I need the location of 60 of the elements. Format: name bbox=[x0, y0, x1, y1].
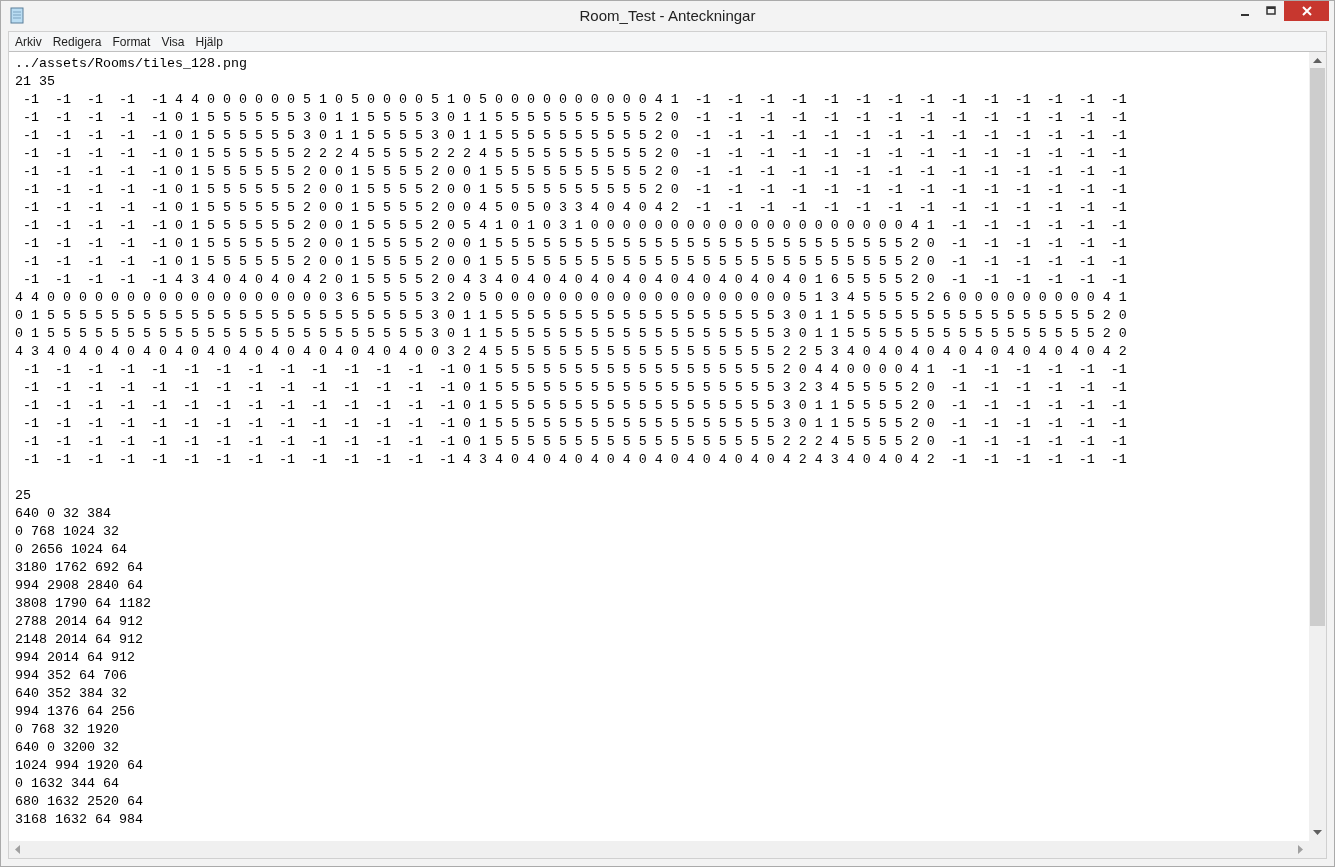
text-line: 3168 1632 64 984 bbox=[15, 811, 144, 829]
text-line: -1 -1 -1 -1 -1 0 1 5 5 5 5 5 5 2 0 0 1 5 5 5 5 2 0 0 4 5 0 5 0 3 3 4 0 4 0 4 2 -1 -1 -1 -1 -1 -1 -1 -1 -1 -1 -1 -1 -1 -1 bbox=[22, 199, 1128, 217]
text-line: -1 -1 -1 -1 -1 4 4 0 0 0 0 0 0 5 1 0 5 0 0 0 0 5 1 0 5 0 0 0 0 0 0 0 0 0 0 4 1 -1 -1 -1 -1 -1 -1 -1 -1 -1 -1 -1 -1 -1 -1 bbox=[22, 91, 1128, 109]
scroll-right-icon[interactable] bbox=[1298, 845, 1304, 854]
scroll-left-icon[interactable] bbox=[14, 845, 20, 854]
text-line: -1 -1 -1 -1 -1 4 3 4 0 4 0 4 0 4 2 0 1 5 5 5 5 2 0 4 3 4 0 4 0 4 0 4 0 4 0 4 0 4 0 4 0 4 0 4 0 1 6 5 5 5 5 2 0 -1 -1 -1 -1 -1 -1 bbox=[22, 271, 1128, 289]
text-line: 3808 1790 64 1182 bbox=[15, 595, 152, 613]
menu-item[interactable]: Arkiv bbox=[11, 33, 46, 50]
text-line: -1 -1 -1 -1 -1 0 1 5 5 5 5 5 5 2 0 0 1 5 5 5 5 2 0 0 1 5 5 5 5 5 5 5 5 5 5 5 5 5 5 5 5 5 5 5 5 5 5 5 5 5 5 2 0 -1 -1 -1 -1 -1 -1 bbox=[22, 253, 1128, 271]
text-line: 994 2908 2840 64 bbox=[15, 577, 144, 595]
text-line: 1024 994 1920 64 bbox=[15, 757, 144, 775]
notepad-icon bbox=[9, 7, 25, 24]
text-line: 0 1 5 5 5 5 5 5 5 5 5 5 5 5 5 5 5 5 5 5 5 5 5 5 5 5 3 0 1 1 5 5 5 5 5 5 5 5 5 5 5 5 5 5 5 5 5 5 3 0 1 1 5 5 5 5 5 5 5 5 5 5 5 5 5 5 5 5 2 0 bbox=[15, 307, 1128, 325]
scroll-up-icon[interactable] bbox=[1313, 57, 1322, 63]
text-line: 0 1 5 5 5 5 5 5 5 5 5 5 5 5 5 5 5 5 5 5 5 5 5 5 5 5 3 0 1 1 5 5 5 5 5 5 5 5 5 5 5 5 5 5 5 5 5 5 3 0 1 1 5 5 5 5 5 5 5 5 5 5 5 5 5 5 5 5 2 0 bbox=[15, 325, 1128, 343]
text-line: -1 -1 -1 -1 -1 -1 -1 -1 -1 -1 -1 -1 -1 -1 0 1 5 5 5 5 5 5 5 5 5 5 5 5 5 5 5 5 5 5 3 2 3 4 5 5 5 5 2 0 -1 -1 -1 -1 -1 -1 bbox=[22, 379, 1128, 397]
minimize-icon bbox=[1241, 13, 1249, 16]
text-line: -1 -1 -1 -1 -1 -1 -1 -1 -1 -1 -1 -1 -1 -1 0 1 5 5 5 5 5 5 5 5 5 5 5 5 5 5 5 5 5 5 3 0 1 1 5 5 5 5 2 0 -1 -1 -1 -1 -1 -1 bbox=[22, 397, 1128, 415]
text-line: 0 768 32 1920 bbox=[15, 721, 120, 739]
text-line: -1 -1 -1 -1 -1 0 1 5 5 5 5 5 5 2 0 0 1 5 5 5 5 2 0 0 1 5 5 5 5 5 5 5 5 5 5 5 5 5 5 5 5 5 5 5 5 5 5 5 5 5 5 2 0 -1 -1 -1 -1 -1 -1 bbox=[22, 235, 1128, 253]
text-line: 640 0 32 384 bbox=[15, 505, 112, 523]
text-line: 640 352 384 32 bbox=[15, 685, 128, 703]
text-line: 0 1632 344 64 bbox=[15, 775, 120, 793]
text-line: -1 -1 -1 -1 -1 0 1 5 5 5 5 5 5 2 0 0 1 5 5 5 5 2 0 5 4 1 0 1 0 3 1 0 0 0 0 0 0 0 0 0 0 0 0 0 0 0 0 0 0 0 0 4 1 -1 -1 -1 -1 -1 -1 bbox=[22, 217, 1128, 235]
text-line: 994 2014 64 912 bbox=[15, 649, 136, 667]
text-line: 4 4 0 0 0 0 0 0 0 0 0 0 0 0 0 0 0 0 0 0 3 6 5 5 5 5 3 2 0 5 0 0 0 0 0 0 0 0 0 0 0 0 0 0 0 0 0 0 0 5 1 3 4 5 5 5 5 2 6 0 0 0 0 0 0 0 0 0 4 1 bbox=[15, 289, 1128, 307]
text-line: 994 1376 64 256 bbox=[15, 703, 136, 721]
maximize-icon bbox=[1266, 6, 1276, 16]
close-button[interactable] bbox=[1284, 1, 1329, 21]
text-line: 21 35 bbox=[15, 73, 56, 91]
text-line: -1 -1 -1 -1 -1 0 1 5 5 5 5 5 5 3 0 1 1 5 5 5 5 3 0 1 1 5 5 5 5 5 5 5 5 5 5 2 0 -1 -1 -1 -1 -1 -1 -1 -1 -1 -1 -1 -1 -1 -1 bbox=[22, 109, 1128, 127]
text-line: 2788 2014 64 912 bbox=[15, 613, 144, 631]
menu-item[interactable]: Format bbox=[108, 33, 155, 50]
text-line: -1 -1 -1 -1 -1 0 1 5 5 5 5 5 5 2 0 0 1 5 5 5 5 2 0 0 1 5 5 5 5 5 5 5 5 5 5 2 0 -1 -1 -1 -1 -1 -1 -1 -1 -1 -1 -1 -1 -1 -1 bbox=[22, 163, 1128, 181]
text-line: 4 3 4 0 4 0 4 0 4 0 4 0 4 0 4 0 4 0 4 0 4 0 4 0 4 0 0 3 2 4 5 5 5 5 5 5 5 5 5 5 5 5 5 5 5 5 5 5 2 2 5 3 4 0 4 0 4 0 4 0 4 0 4 0 4 0 4 0 4 2 bbox=[15, 343, 1128, 361]
vertical-scrollbar[interactable] bbox=[1309, 52, 1326, 841]
text-line: -1 -1 -1 -1 -1 -1 -1 -1 -1 -1 -1 -1 -1 -1 0 1 5 5 5 5 5 5 5 5 5 5 5 5 5 5 5 5 5 5 2 0 4 4 0 0 0 0 4 1 -1 -1 -1 -1 -1 -1 bbox=[22, 361, 1128, 379]
window-title: Room_Test - Anteckningar bbox=[579, 5, 756, 26]
text-line: ../assets/Rooms/tiles_128.png bbox=[15, 55, 248, 73]
text-line: 2148 2014 64 912 bbox=[15, 631, 144, 649]
text-line: -1 -1 -1 -1 -1 -1 -1 -1 -1 -1 -1 -1 -1 -1 0 1 5 5 5 5 5 5 5 5 5 5 5 5 5 5 5 5 5 5 3 0 1 1 5 5 5 5 2 0 -1 -1 -1 -1 -1 -1 bbox=[22, 415, 1128, 433]
text-line: 640 0 3200 32 bbox=[15, 739, 120, 757]
text-line: 25 bbox=[15, 487, 32, 505]
menu-item[interactable]: Hjälp bbox=[191, 33, 227, 50]
close-icon bbox=[1301, 6, 1312, 16]
menu-item[interactable]: Redigera bbox=[48, 33, 106, 50]
scrollbar-thumb[interactable] bbox=[1310, 68, 1325, 626]
text-line: -1 -1 -1 -1 -1 0 1 5 5 5 5 5 5 2 0 0 1 5 5 5 5 2 0 0 1 5 5 5 5 5 5 5 5 5 5 2 0 -1 -1 -1 -1 -1 -1 -1 -1 -1 -1 -1 -1 -1 -1 bbox=[22, 181, 1128, 199]
text-line: -1 -1 -1 -1 -1 0 1 5 5 5 5 5 5 2 2 2 4 5 5 5 5 2 2 2 4 5 5 5 5 5 5 5 5 5 5 2 0 -1 -1 -1 -1 -1 -1 -1 -1 -1 -1 -1 -1 -1 -1 bbox=[22, 145, 1128, 163]
text-line: 0 2656 1024 64 bbox=[15, 541, 128, 559]
text-line: 680 1632 2520 64 bbox=[15, 793, 144, 811]
text-line: -1 -1 -1 -1 -1 -1 -1 -1 -1 -1 -1 -1 -1 -1 4 3 4 0 4 0 4 0 4 0 4 0 4 0 4 0 4 0 4 0 4 2 4 3 4 0 4 0 4 2 -1 -1 -1 -1 -1 -1 bbox=[22, 451, 1128, 469]
text-line: -1 -1 -1 -1 -1 -1 -1 -1 -1 -1 -1 -1 -1 -1 0 1 5 5 5 5 5 5 5 5 5 5 5 5 5 5 5 5 5 5 2 2 2 4 5 5 5 5 2 0 -1 -1 -1 -1 -1 -1 bbox=[22, 433, 1128, 451]
text-line: 0 768 1024 32 bbox=[15, 523, 120, 541]
horizontal-scrollbar[interactable] bbox=[9, 841, 1309, 858]
text-line: -1 -1 -1 -1 -1 0 1 5 5 5 5 5 5 3 0 1 1 5 5 5 5 3 0 1 1 5 5 5 5 5 5 5 5 5 5 2 0 -1 -1 -1 -1 -1 -1 -1 -1 -1 -1 -1 -1 -1 -1 bbox=[22, 127, 1128, 145]
text-line: 994 352 64 706 bbox=[15, 667, 128, 685]
menu-item[interactable]: Visa bbox=[157, 33, 189, 50]
text-line: 3180 1762 692 64 bbox=[15, 559, 144, 577]
scroll-down-icon[interactable] bbox=[1313, 830, 1322, 836]
